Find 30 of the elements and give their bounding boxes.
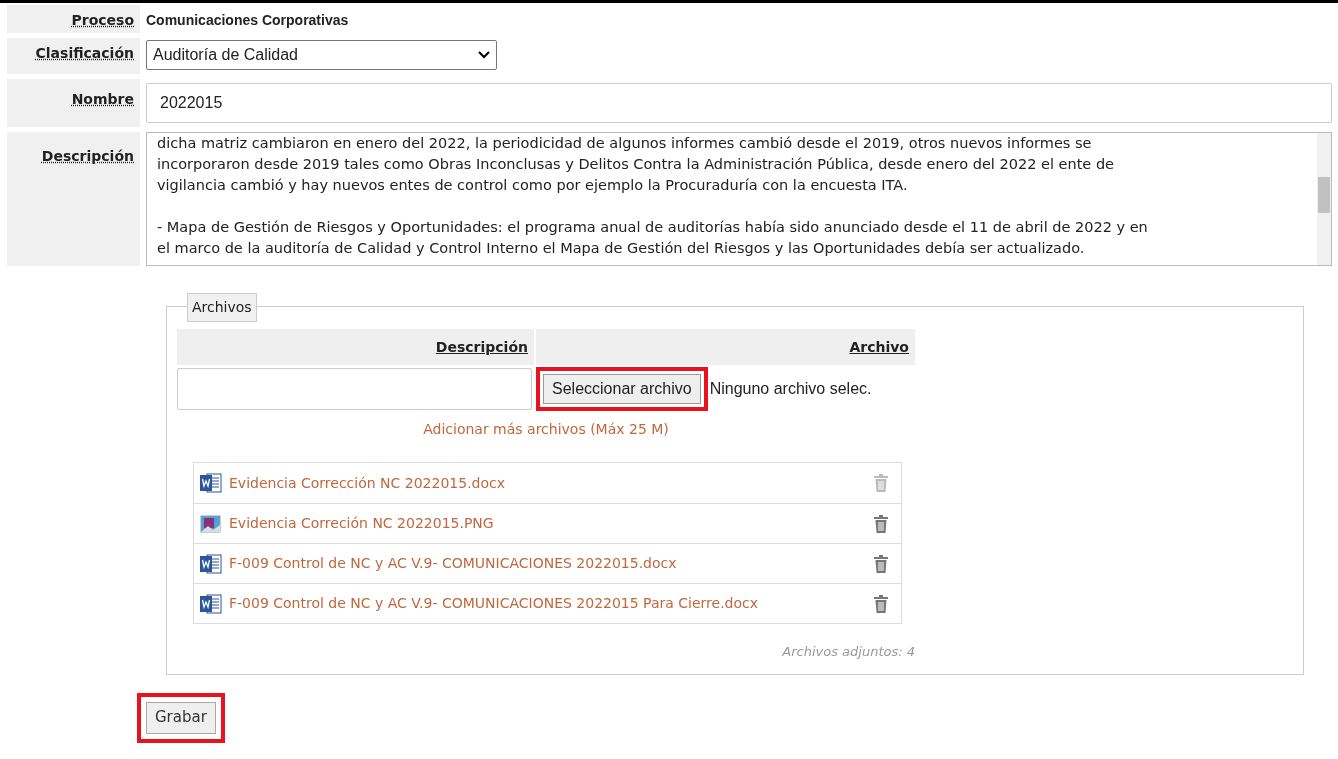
trash-icon[interactable]	[874, 514, 888, 533]
document-icon	[199, 592, 222, 615]
file-link[interactable]: F-009 Control de NC y AC V.9- COMUNICACIONES 2022015 Para Cierre.docx	[229, 593, 867, 614]
field-label: Nombre	[71, 90, 134, 109]
scrollbar-thumb[interactable]	[1318, 177, 1330, 213]
classification-select[interactable]: Auditoría de Calidad	[146, 40, 497, 70]
fieldset-legend: Archivos	[187, 293, 257, 322]
file-link[interactable]: F-009 Control de NC y AC V.9- COMUNICACIONES 2022015.docx	[229, 553, 867, 574]
process-value: Comunicaciones Corporativas	[146, 11, 349, 30]
choose-file-button[interactable]: Seleccionar archivo	[543, 374, 701, 404]
chevron-down-icon	[478, 51, 490, 59]
column-header[interactable]: Descripción	[177, 329, 534, 365]
name-input[interactable]: 2022015	[146, 83, 1332, 123]
field-label: Clasificación	[35, 44, 134, 63]
file-link[interactable]: Evidencia Corrección NC 2022015.docx	[229, 472, 867, 494]
document-icon	[199, 552, 222, 575]
image-icon	[199, 512, 222, 535]
description-input[interactable]	[177, 368, 532, 410]
file-link[interactable]: Evidencia Correción NC 2022015.PNG	[229, 513, 867, 534]
document-icon	[199, 472, 222, 494]
add-files-link[interactable]: Adicionar más archivos (Máx 25 M)	[423, 419, 669, 440]
description-textarea[interactable]: dicha matriz cambiaron en enero del 2022, la periodicidad de algunos informes cambió desde el 2019, otros nuevos informes se incorporaron desde 2019 tales como Obras Inconclusas y Delitos Contra la Administración Pública, desde enero del 2022 el ente de vigilancia cambió y hay nuevos entes de control como por ejemplo la Procuraduría con la encuesta ITA. - Mapa de Gestión de Riesgos y Oportunidades: el programa anual de auditorías había sido anunciado desde el 11 de abril de 2022 y en el marco de la auditoría de Calidad y Control Interno el Mapa de Gestión del Riesgos y las Oportunidades debía ser actualizado.	[146, 132, 1332, 266]
trash-icon[interactable]	[874, 554, 888, 573]
save-button[interactable]: Grabar	[146, 701, 216, 734]
trash-icon[interactable]	[874, 594, 888, 613]
column-header[interactable]: Archivo	[536, 329, 915, 365]
field-label: Descripción	[41, 147, 134, 166]
file-status: Ninguno archivo selec.	[709, 379, 872, 399]
attachment-count: Archivos adjuntos: 4	[782, 644, 915, 659]
field-label: Proceso	[71, 11, 134, 30]
